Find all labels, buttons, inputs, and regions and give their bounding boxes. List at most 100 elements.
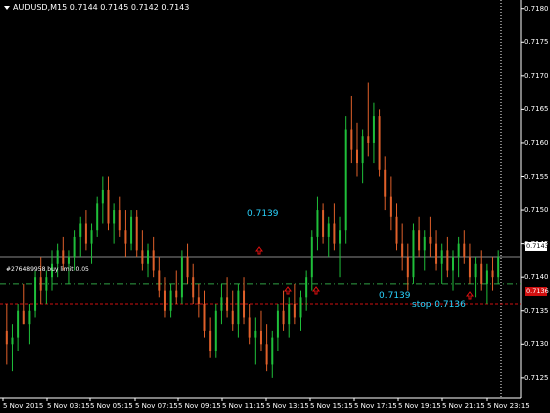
price-label: 0.7135: [524, 306, 549, 315]
candle-body: [11, 337, 14, 345]
candle-body: [248, 317, 251, 338]
time-label: 5 Nov 21:15: [442, 402, 485, 410]
candle-body: [34, 277, 37, 311]
candle-body: [214, 310, 217, 352]
price-label: 0.7140: [524, 273, 549, 282]
candle-body: [84, 223, 87, 244]
candle-body: [180, 257, 183, 298]
candle-body: [5, 330, 8, 345]
candle-body: [237, 290, 240, 325]
time-label: 5 Nov 11:15: [222, 402, 265, 410]
candle-body: [101, 189, 104, 204]
candle-body: [113, 210, 116, 224]
price-label: 0.7130: [524, 340, 549, 349]
candle-body: [243, 290, 246, 318]
candle-body: [344, 129, 347, 231]
candle-body: [384, 169, 387, 197]
price-label: 0.7125: [524, 373, 549, 382]
time-label: 5 Nov 2015: [3, 402, 44, 410]
candle-body: [378, 116, 381, 170]
candle-body: [446, 250, 449, 271]
collapse-triangle-icon[interactable]: [4, 5, 10, 10]
candle-body: [209, 330, 212, 352]
candle-body: [271, 337, 274, 365]
candle-body: [322, 210, 325, 237]
order-label: #276489958 buy limit 0.05: [6, 266, 89, 273]
ohlc-quotes: 0.7144 0.7145 0.7142 0.7143: [69, 3, 190, 12]
stop-annotation: stop 0.7136: [412, 300, 466, 310]
time-label: 5 Nov 03:15: [47, 402, 90, 410]
candle-body: [451, 257, 454, 271]
candle-body: [485, 270, 488, 284]
price-label: 0.7165: [524, 105, 549, 114]
candle-body: [186, 257, 189, 278]
candle-body: [124, 230, 127, 244]
candle-body: [118, 210, 121, 231]
candle-body: [163, 290, 166, 311]
candle-body: [372, 116, 375, 143]
candle-body: [395, 216, 398, 244]
candle-body: [28, 310, 31, 325]
candle-body: [130, 216, 133, 244]
candle-body: [305, 277, 308, 298]
candle-body: [299, 297, 302, 318]
time-label: 5 Nov 19:15: [398, 402, 441, 410]
candle-body: [231, 310, 234, 325]
candle-body: [79, 223, 82, 237]
candle-body: [316, 210, 319, 237]
candle-body: [474, 263, 477, 278]
candle-body: [333, 223, 336, 244]
candle-body: [158, 270, 161, 291]
price-label: 0.7180: [524, 4, 549, 13]
candle-body: [293, 304, 296, 318]
trade-arrow-icon: [466, 291, 474, 300]
price-chart[interactable]: [0, 0, 550, 413]
time-label: 5 Nov 17:15: [354, 402, 397, 410]
candle-body: [389, 196, 392, 217]
candle-body: [67, 257, 70, 264]
candle-body: [480, 263, 483, 284]
candle-body: [491, 270, 494, 278]
candle-body: [22, 310, 25, 325]
candle-body: [192, 277, 195, 298]
time-label: 5 Nov 15:15: [310, 402, 353, 410]
candle-body: [17, 310, 20, 338]
candle-body: [175, 290, 178, 298]
candle-body: [440, 250, 443, 264]
candle-body: [39, 277, 42, 291]
candle-body: [276, 310, 279, 338]
candle-body: [497, 257, 500, 278]
candle-body: [203, 304, 206, 331]
candle-body: [412, 230, 415, 278]
candle-body: [226, 297, 229, 311]
price-label: 0.7155: [524, 172, 549, 181]
candle-body: [259, 330, 262, 345]
time-label: 5 Nov 09:15: [178, 402, 221, 410]
candle-body: [107, 189, 110, 224]
candle-body: [350, 129, 353, 150]
candle-body: [288, 304, 291, 325]
stop-price-tag: 0.7136: [525, 287, 549, 296]
candle-body: [90, 230, 93, 244]
trade-arrow-icon: [312, 286, 320, 295]
chart-window[interactable]: AUDUSD,M15 0.7144 0.7145 0.7142 0.7143 0…: [0, 0, 550, 413]
symbol-header: AUDUSD,M15 0.7144 0.7145 0.7142 0.7143: [4, 3, 189, 12]
candle-body: [327, 223, 330, 237]
candle-body: [62, 250, 65, 264]
candle-body: [141, 250, 144, 264]
candle-body: [265, 344, 268, 365]
symbol-name: AUDUSD,M15: [13, 3, 68, 12]
candle-body: [401, 243, 404, 258]
time-label: 5 Nov 23:15: [487, 402, 530, 410]
candle-body: [457, 243, 460, 258]
candle-body: [56, 250, 59, 264]
candle-body: [73, 236, 76, 258]
candle-body: [463, 243, 466, 258]
price-label: 0.7160: [524, 138, 549, 147]
price-label: 0.7150: [524, 206, 549, 215]
candle-body: [282, 310, 285, 325]
time-label: 5 Nov 07:15: [135, 402, 178, 410]
current-price-tag: 0.7143: [525, 242, 549, 251]
candle-body: [96, 203, 99, 231]
candle-body: [435, 243, 438, 264]
